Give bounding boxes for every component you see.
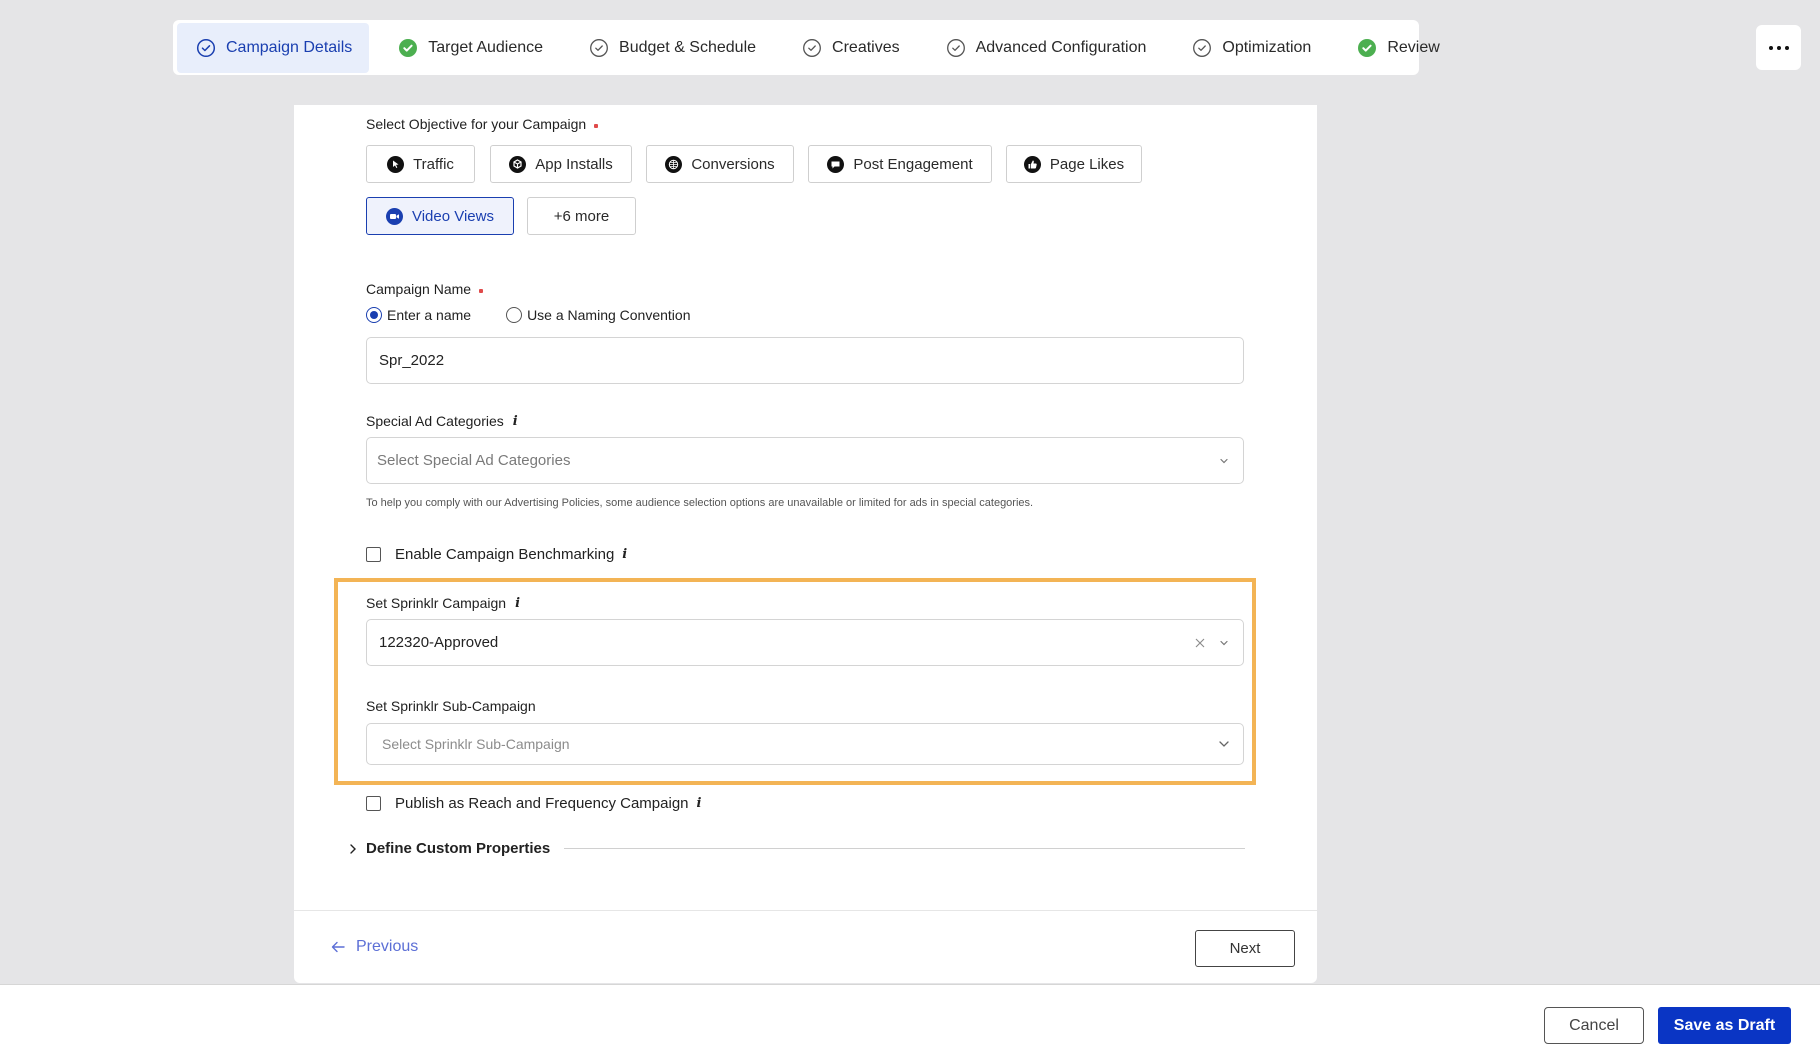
step-label: Advanced Configuration bbox=[975, 38, 1147, 56]
objective-app-installs-button[interactable]: App Installs bbox=[490, 145, 632, 183]
radio-enter-name[interactable]: Enter a name bbox=[366, 307, 471, 323]
next-button[interactable]: Next bbox=[1195, 930, 1295, 967]
radio-unchecked-icon bbox=[506, 307, 523, 323]
previous-button[interactable]: Previous bbox=[330, 938, 418, 956]
cancel-button[interactable]: Cancel bbox=[1544, 1007, 1644, 1044]
save-as-draft-button[interactable]: Save as Draft bbox=[1658, 1007, 1791, 1044]
special-ad-categories-helper: To help you comply with our Advertising … bbox=[366, 497, 1034, 509]
special-ad-categories-select[interactable]: Select Special Ad Categories bbox=[366, 437, 1244, 484]
more-options-button[interactable] bbox=[1756, 25, 1801, 70]
radio-checked-icon bbox=[366, 307, 382, 323]
custom-properties-section: Define Custom Properties bbox=[348, 840, 1245, 857]
check-circle-outline-icon bbox=[1192, 38, 1212, 58]
more-objectives-button[interactable]: +6 more bbox=[527, 197, 636, 235]
thumbs-up-icon bbox=[1023, 155, 1041, 173]
reach-frequency-checkbox[interactable] bbox=[366, 796, 381, 811]
card-footer-divider bbox=[294, 910, 1317, 911]
campaign-name-label: Campaign Name bbox=[366, 281, 484, 297]
chevron-down-icon bbox=[1217, 636, 1231, 650]
sprinklr-campaign-select[interactable]: 122320-Approved bbox=[366, 619, 1244, 666]
objective-traffic-button[interactable]: Traffic bbox=[366, 145, 475, 183]
benchmarking-checkbox[interactable] bbox=[366, 547, 381, 562]
objective-post-engagement-button[interactable]: Post Engagement bbox=[808, 145, 992, 183]
step-review[interactable]: Review bbox=[1340, 23, 1456, 73]
info-icon[interactable]: i bbox=[622, 547, 627, 562]
custom-properties-toggle[interactable]: Define Custom Properties bbox=[366, 840, 550, 857]
info-icon[interactable]: i bbox=[515, 596, 520, 611]
sprinklr-campaign-label: Set Sprinklr Campaign i bbox=[366, 595, 521, 611]
step-target-audience[interactable]: Target Audience bbox=[381, 23, 560, 73]
step-label: Review bbox=[1387, 38, 1440, 56]
sprinklr-sub-campaign-label: Set Sprinklr Sub-Campaign bbox=[366, 698, 536, 714]
required-indicator bbox=[594, 123, 599, 128]
arrow-left-icon bbox=[330, 940, 346, 954]
check-circle-filled-icon bbox=[398, 38, 418, 58]
campaign-stepper: Campaign Details Target Audience Budget … bbox=[173, 20, 1440, 75]
benchmarking-checkbox-row: Enable Campaign Benchmarking i bbox=[366, 546, 627, 563]
campaign-name-mode-radio-group: Enter a name Use a Naming Convention bbox=[366, 307, 725, 323]
required-indicator bbox=[479, 288, 484, 293]
radio-naming-convention[interactable]: Use a Naming Convention bbox=[506, 307, 690, 323]
divider bbox=[564, 848, 1245, 849]
special-ad-categories-label: Special Ad Categories i bbox=[366, 413, 518, 429]
campaign-name-input[interactable]: Spr_2022 bbox=[366, 337, 1244, 384]
reach-frequency-checkbox-row: Publish as Reach and Frequency Campaign … bbox=[366, 795, 701, 812]
step-label: Target Audience bbox=[428, 38, 544, 56]
clear-icon[interactable] bbox=[1193, 636, 1207, 650]
cube-icon bbox=[509, 155, 527, 173]
campaign-details-card: Select Objective for your Campaign Traff… bbox=[294, 105, 1317, 983]
objective-video-views-button[interactable]: Video Views bbox=[366, 197, 514, 235]
objective-label: Select Objective for your Campaign bbox=[366, 116, 599, 132]
check-circle-outline-icon bbox=[802, 38, 822, 58]
info-icon[interactable]: i bbox=[697, 796, 702, 811]
objective-page-likes-button[interactable]: Page Likes bbox=[1006, 145, 1142, 183]
step-label: Optimization bbox=[1222, 38, 1312, 56]
cursor-icon bbox=[387, 155, 405, 173]
chevron-down-icon bbox=[1217, 454, 1231, 468]
check-circle-outline-icon bbox=[589, 38, 609, 58]
sprinklr-sub-campaign-select[interactable]: Select Sprinklr Sub-Campaign bbox=[366, 723, 1244, 765]
chat-icon bbox=[827, 155, 845, 173]
step-advanced-configuration[interactable]: Advanced Configuration bbox=[929, 23, 1164, 73]
step-optimization[interactable]: Optimization bbox=[1175, 23, 1328, 73]
video-camera-icon bbox=[385, 207, 403, 225]
more-horizontal-icon bbox=[1768, 45, 1773, 50]
info-icon[interactable]: i bbox=[513, 414, 518, 429]
check-circle-outline-icon bbox=[946, 38, 966, 58]
globe-icon bbox=[665, 155, 683, 173]
check-circle-filled-icon bbox=[1357, 38, 1377, 58]
step-label: Creatives bbox=[832, 38, 900, 56]
step-label: Budget & Schedule bbox=[619, 38, 757, 56]
check-circle-outline-icon bbox=[196, 38, 216, 58]
objective-conversions-button[interactable]: Conversions bbox=[646, 145, 794, 183]
step-creatives[interactable]: Creatives bbox=[785, 23, 917, 73]
step-budget-schedule[interactable]: Budget & Schedule bbox=[572, 23, 773, 73]
step-campaign-details[interactable]: Campaign Details bbox=[177, 22, 370, 73]
chevron-down-icon bbox=[1217, 737, 1231, 751]
step-label: Campaign Details bbox=[226, 38, 353, 56]
chevron-right-icon[interactable] bbox=[348, 843, 358, 855]
